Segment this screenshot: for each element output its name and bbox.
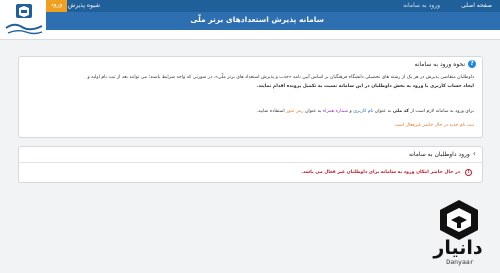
login-guide-card: ? نحوه ورود به سامانه داوطلبان متقاضی پذ… bbox=[18, 56, 483, 138]
guide-text-password: رمز عبور bbox=[286, 109, 304, 114]
header: صفحه اصلی ورود به سامانه شیوه پذیرش ورود… bbox=[0, 0, 500, 40]
watermark-sub: Danyaar bbox=[446, 258, 474, 266]
guide-text-a: برای ورود به سامانه لازم است از bbox=[408, 109, 474, 114]
nav-admission-method[interactable]: شیوه پذیرش bbox=[68, 1, 100, 11]
nav-home[interactable]: صفحه اصلی bbox=[461, 1, 492, 11]
applicant-login-header[interactable]: › ورود داوطلبان به سامانه bbox=[409, 150, 476, 158]
guide-text-mobile: شماره همراه bbox=[322, 109, 349, 114]
system-title-bar: سامانه پذیرش استعدادهای برتر ملّی bbox=[46, 12, 500, 30]
guide-text-national-code: کد ملی bbox=[392, 109, 409, 114]
guide-text-g: به عنوان bbox=[303, 109, 323, 114]
divider bbox=[19, 162, 482, 163]
nav-portal-login[interactable]: ورود به سامانه bbox=[403, 1, 440, 11]
login-disabled-alert: در حال حاضر امکان ورود به سامانه برای دا… bbox=[301, 170, 460, 175]
applicant-login-title: ورود داوطلبان به سامانه bbox=[408, 150, 470, 158]
guide-text-i: استفاده نمایید. bbox=[256, 109, 287, 114]
alert-icon: ! bbox=[465, 169, 472, 176]
login-guide-title: نحوه ورود به سامانه bbox=[414, 60, 465, 68]
guide-line-3: برای ورود به سامانه لازم است از کد ملی ب… bbox=[257, 109, 474, 115]
guide-text-c: به عنوان bbox=[373, 109, 393, 114]
watermark-brand: دانیار bbox=[433, 237, 483, 259]
chevron-right-icon: › bbox=[472, 149, 476, 158]
guide-line-1: داوطلبان متقاضی پذیرش در هر یک از رشته ه… bbox=[87, 75, 474, 80]
registration-notice: ثبت نام جدید در حال حاضر غیرفعال است bbox=[394, 123, 475, 128]
guide-text-username: نام کاربری bbox=[353, 109, 374, 114]
top-nav: صفحه اصلی ورود به سامانه شیوه پذیرش ورود bbox=[46, 0, 500, 12]
university-logo[interactable] bbox=[2, 2, 46, 38]
nav-login[interactable]: ورود bbox=[46, 0, 68, 12]
login-guide-header: ? نحوه ورود به سامانه bbox=[414, 60, 476, 68]
guide-line-2: ایجاد حساب کاربری با ورود به بخش داوطلبا… bbox=[256, 84, 474, 89]
system-title: سامانه پذیرش استعدادهای برتر ملّی bbox=[190, 15, 324, 24]
applicant-login-card[interactable]: › ورود داوطلبان به سامانه ! در حال حاضر … bbox=[18, 146, 483, 183]
question-icon: ? bbox=[468, 60, 476, 68]
